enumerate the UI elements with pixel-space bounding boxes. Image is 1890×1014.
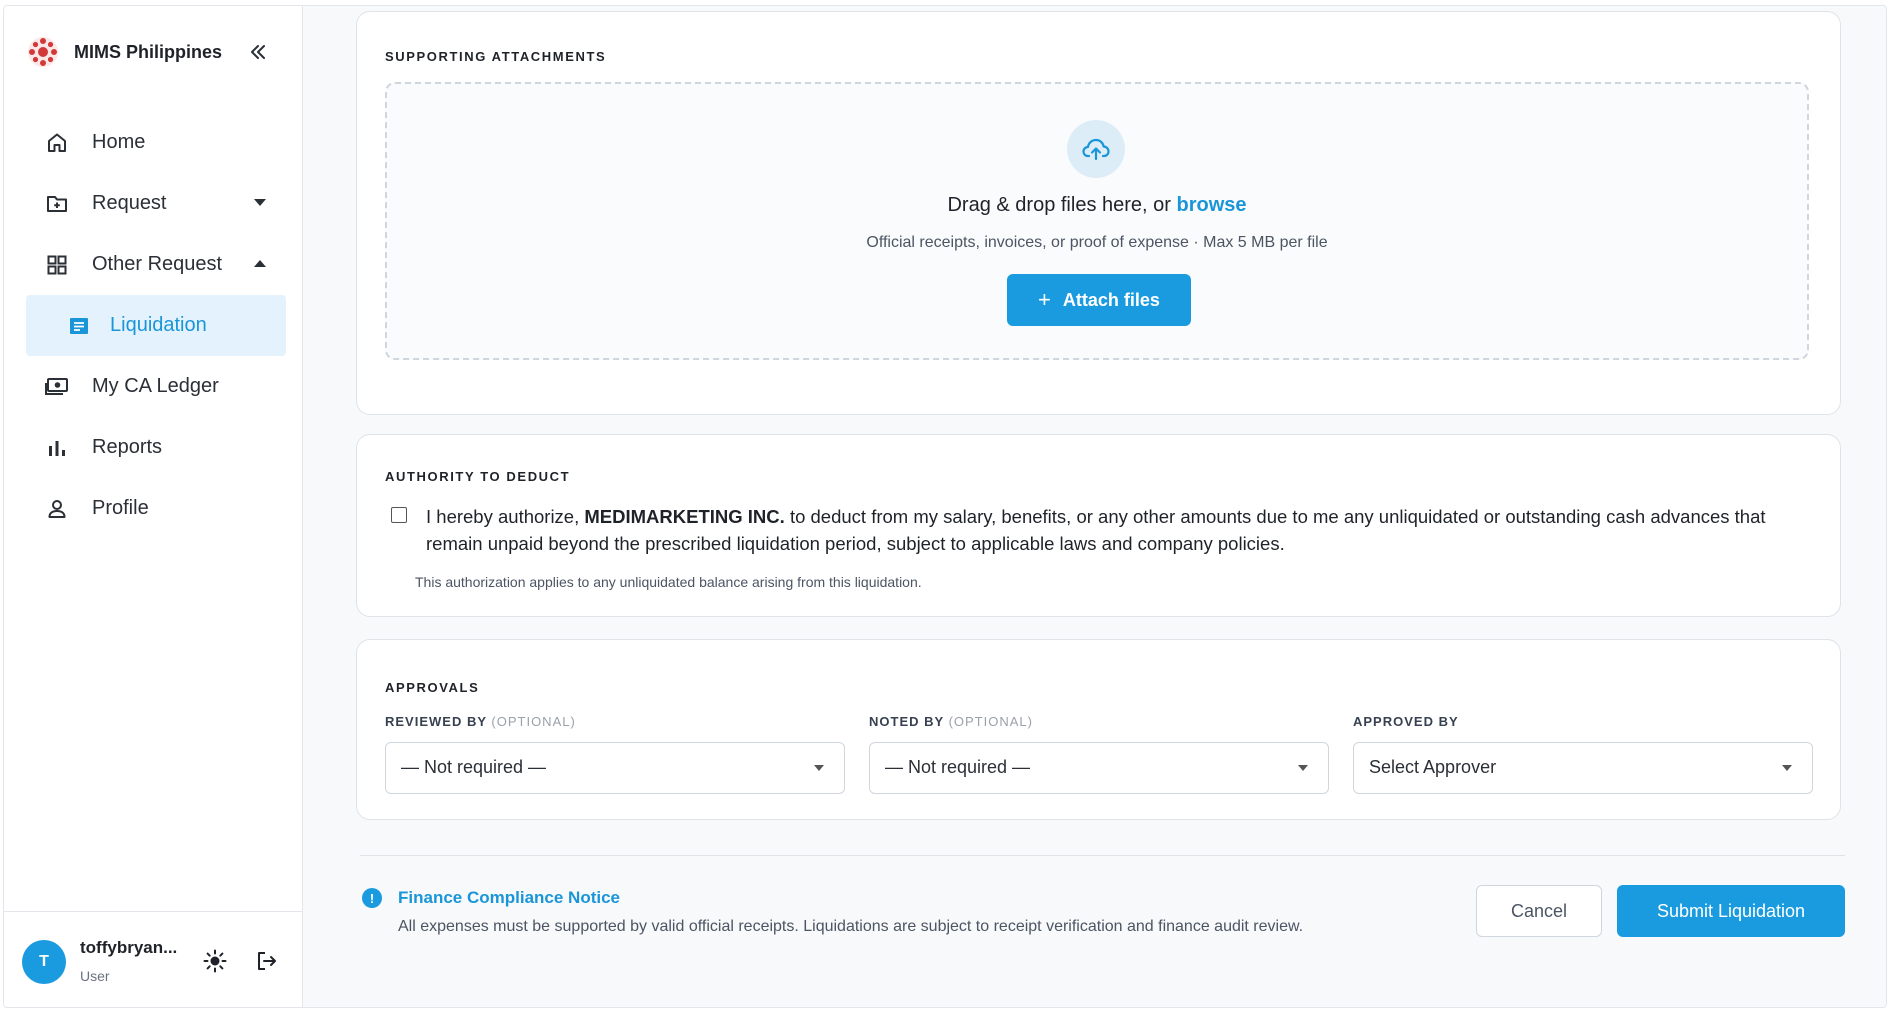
logout-button[interactable] bbox=[254, 948, 280, 974]
footer-divider bbox=[360, 855, 1845, 856]
dropdown-arrow-icon bbox=[1782, 765, 1792, 771]
authority-title: AUTHORITY TO DEDUCT bbox=[385, 469, 571, 484]
approved-by-label-text: APPROVED BY bbox=[1353, 714, 1459, 729]
sidebar-item-label: Request bbox=[92, 192, 167, 214]
reviewed-by-select[interactable]: — Not required — bbox=[385, 742, 845, 794]
cloud-upload-icon bbox=[1067, 120, 1125, 178]
sidebar-item-other-request[interactable]: Other Request bbox=[26, 234, 286, 295]
sidebar-item-request[interactable]: Request bbox=[26, 173, 286, 234]
sidebar-item-home[interactable]: Home bbox=[26, 112, 286, 173]
logout-icon bbox=[258, 952, 276, 970]
approvals-title: APPROVALS bbox=[385, 680, 480, 695]
sidebar-item-label: Liquidation bbox=[110, 314, 207, 336]
sidebar-item-label: Home bbox=[92, 131, 146, 153]
notice-text: All expenses must be supported by valid … bbox=[398, 918, 1304, 935]
sidebar-item-profile[interactable]: Profile bbox=[26, 478, 286, 539]
sidebar-item-liquidation[interactable]: Liquidation bbox=[26, 295, 286, 356]
reviewed-by-label-text: REVIEWED BY bbox=[385, 714, 487, 729]
brand-logo-icon bbox=[28, 37, 58, 67]
sidebar-item-label: Reports bbox=[92, 436, 163, 458]
user-role: User bbox=[80, 968, 110, 984]
document-list-icon bbox=[66, 313, 92, 339]
sun-icon bbox=[203, 949, 227, 973]
collapse-sidebar-button[interactable] bbox=[246, 40, 270, 64]
brand-name: MIMS Philippines bbox=[74, 41, 223, 62]
drop-text: Drag & drop files here, or bbox=[947, 194, 1171, 216]
approvals-card: APPROVALS REVIEWED BY (OPTIONAL) — Not r… bbox=[356, 639, 1841, 820]
caret-up-icon bbox=[254, 260, 266, 267]
authority-statement: I hereby authorize, MEDIMARKETING INC. t… bbox=[426, 503, 1816, 557]
authority-note: This authorization applies to any unliqu… bbox=[415, 574, 922, 590]
sidebar-item-label: Other Request bbox=[92, 253, 223, 275]
grid-icon bbox=[44, 252, 70, 278]
browse-link[interactable]: browse bbox=[1176, 194, 1246, 216]
noted-by-label: NOTED BY (OPTIONAL) bbox=[869, 714, 1033, 729]
app-window: MIMS Philippines Home Request Other Requ… bbox=[3, 5, 1887, 1008]
file-dropzone[interactable]: Drag & drop files here, or browse Offici… bbox=[385, 82, 1809, 360]
approved-by-value: Select Approver bbox=[1369, 757, 1497, 777]
sidebar-item-reports[interactable]: Reports bbox=[26, 417, 286, 478]
sidebar-nav: Home Request Other Request Liquidation M… bbox=[26, 112, 286, 539]
avatar[interactable]: T bbox=[22, 940, 66, 984]
user-footer: T toffybryan... User bbox=[4, 911, 303, 1007]
noted-by-value: — Not required — bbox=[885, 757, 1031, 777]
authorize-checkbox[interactable] bbox=[391, 507, 407, 523]
approved-by-label: APPROVED BY bbox=[1353, 714, 1459, 729]
reviewed-by-label: REVIEWED BY (OPTIONAL) bbox=[385, 714, 576, 729]
attachments-title: SUPPORTING ATTACHMENTS bbox=[385, 49, 607, 64]
plus-icon: + bbox=[1038, 287, 1051, 312]
submit-liquidation-button[interactable]: Submit Liquidation bbox=[1617, 885, 1845, 937]
noted-by-label-text: NOTED BY bbox=[869, 714, 944, 729]
drop-hint: Official receipts, invoices, or proof of… bbox=[866, 234, 1328, 251]
sidebar-item-my-ca-ledger[interactable]: My CA Ledger bbox=[26, 356, 286, 417]
folder-add-icon bbox=[44, 191, 70, 217]
home-icon bbox=[44, 130, 70, 156]
sidebar: MIMS Philippines Home Request Other Requ… bbox=[4, 6, 303, 1007]
info-icon: ! bbox=[362, 888, 382, 908]
attach-files-button[interactable]: + Attach files bbox=[1007, 274, 1191, 326]
approved-by-select[interactable]: Select Approver bbox=[1353, 742, 1813, 794]
sidebar-item-label: Profile bbox=[92, 497, 149, 519]
person-icon bbox=[44, 496, 70, 522]
money-icon bbox=[44, 374, 70, 400]
authority-text-before: I hereby authorize, bbox=[426, 506, 580, 527]
dropdown-arrow-icon bbox=[814, 765, 824, 771]
reviewed-by-value: — Not required — bbox=[401, 757, 547, 777]
bar-chart-icon bbox=[44, 435, 70, 461]
attach-files-label: Attach files bbox=[1062, 289, 1160, 310]
optional-tag: (OPTIONAL) bbox=[491, 714, 576, 729]
sidebar-item-label: My CA Ledger bbox=[92, 375, 219, 397]
noted-by-select[interactable]: — Not required — bbox=[869, 742, 1329, 794]
drop-instructions: Drag & drop files here, or browse bbox=[387, 194, 1807, 217]
company-name: MEDIMARKETING INC. bbox=[584, 506, 785, 527]
theme-toggle-button[interactable] bbox=[202, 948, 228, 974]
cancel-button[interactable]: Cancel bbox=[1476, 885, 1602, 937]
caret-down-icon bbox=[254, 199, 266, 206]
dropdown-arrow-icon bbox=[1298, 765, 1308, 771]
notice-title: Finance Compliance Notice bbox=[398, 888, 620, 907]
brand: MIMS Philippines bbox=[26, 34, 222, 70]
user-name: toffybryan... bbox=[80, 938, 178, 957]
attachments-card: SUPPORTING ATTACHMENTS Drag & drop files… bbox=[356, 11, 1841, 415]
double-chevron-left-icon bbox=[251, 45, 265, 59]
optional-tag: (OPTIONAL) bbox=[948, 714, 1033, 729]
authority-card: AUTHORITY TO DEDUCT I hereby authorize, … bbox=[356, 434, 1841, 617]
